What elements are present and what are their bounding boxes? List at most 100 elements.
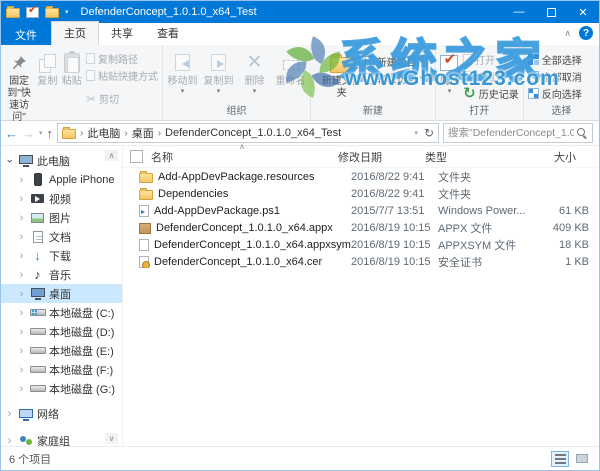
sidebar-item-documents[interactable]: › 文档 xyxy=(1,227,122,246)
location-folder-icon xyxy=(62,129,76,139)
certificate-file-icon xyxy=(139,256,149,268)
search-box xyxy=(443,123,593,143)
new-item-button[interactable]: 新建项目▾ xyxy=(363,54,426,69)
sidebar-item-drive-c[interactable]: › 本地磁盘 (C:) xyxy=(1,303,122,322)
ribbon-group-organize: 移动到▾ 复制到▾ ✕ 删除▾ 重命名 组织 xyxy=(163,45,311,120)
easy-access-icon xyxy=(365,73,374,84)
file-row[interactable]: Dependencies 2016/8/22 9:41 文件夹 xyxy=(123,186,599,202)
sidebar-item-pictures[interactable]: › 图片 xyxy=(1,208,122,227)
column-header-date[interactable]: 修改日期 xyxy=(338,149,425,165)
back-button[interactable]: ← xyxy=(5,127,18,140)
sidebar-item-videos[interactable]: › 视频 xyxy=(1,189,122,208)
refresh-icon[interactable]: ↻ xyxy=(424,126,434,140)
file-row[interactable]: Add-AppDevPackage.ps1 2015/7/7 13:51 Win… xyxy=(123,203,599,219)
select-all-checkbox[interactable] xyxy=(130,150,143,163)
history-button[interactable]: ↻历史记录 xyxy=(461,86,521,101)
maximize-button[interactable] xyxy=(535,1,567,23)
move-to-button[interactable]: 移动到▾ xyxy=(165,48,200,96)
search-icon[interactable] xyxy=(577,128,588,139)
details-view-button[interactable] xyxy=(551,451,569,467)
breadcrumb-current-folder[interactable]: DefenderConcept_1.0.1.0_x64_Test xyxy=(165,127,341,139)
sidebar-item-drive-g[interactable]: › 本地磁盘 (G:) xyxy=(1,379,122,398)
search-input[interactable] xyxy=(448,127,574,139)
file-row[interactable]: DefenderConcept_1.0.1.0_x64.appx 2016/8/… xyxy=(123,220,599,236)
open-button[interactable]: 打开 xyxy=(461,52,521,67)
sidebar-item-apple-iphone[interactable]: › Apple iPhone xyxy=(1,170,122,189)
edit-button[interactable]: 编辑 xyxy=(461,69,521,84)
navigation-pane: › 此电脑 › Apple iPhone › 视频 › 图片 › xyxy=(1,146,123,446)
column-header-size[interactable]: 大小 xyxy=(518,149,576,165)
select-none-button[interactable]: 全部取消 xyxy=(526,69,584,84)
qat-customize-icon[interactable]: ▾ xyxy=(65,8,69,16)
help-icon[interactable]: ? xyxy=(579,26,593,40)
new-item-icon xyxy=(365,56,374,67)
sidebar-item-music[interactable]: › ♪ 音乐 xyxy=(1,265,122,284)
up-button[interactable]: ↑ xyxy=(47,127,54,140)
forward-button[interactable]: → xyxy=(22,127,35,140)
recent-locations-icon[interactable]: ▾ xyxy=(39,129,43,137)
breadcrumb-desktop[interactable]: 桌面 xyxy=(132,125,154,141)
file-row[interactable]: Add-AppDevPackage.resources 2016/8/22 9:… xyxy=(123,169,599,185)
sidebar-scroll-up[interactable]: ∧ xyxy=(105,150,118,161)
sidebar-item-desktop[interactable]: › 桌面 xyxy=(1,284,122,303)
breadcrumb[interactable]: › 此电脑 › 桌面 › DefenderConcept_1.0.1.0_x64… xyxy=(57,123,439,143)
properties-icon: ✔ xyxy=(440,55,458,71)
videos-icon xyxy=(31,194,44,203)
select-all-icon xyxy=(528,54,539,65)
title-bar: ✔ ▾ DefenderConcept_1.0.1.0_x64_Test — ✕ xyxy=(1,1,599,23)
tab-file[interactable]: 文件 xyxy=(1,23,51,45)
qat-new-folder-icon[interactable] xyxy=(45,8,59,18)
copy-path-button[interactable]: 复制路径 xyxy=(84,51,160,66)
cut-button[interactable]: ✂剪切 xyxy=(84,91,160,106)
powershell-file-icon xyxy=(139,205,149,217)
breadcrumb-this-pc[interactable]: 此电脑 xyxy=(87,125,120,141)
sidebar-item-drive-f[interactable]: › 本地磁盘 (F:) xyxy=(1,360,122,379)
rename-button[interactable]: 重命名 xyxy=(273,48,308,89)
history-icon: ↻ xyxy=(463,86,476,101)
sidebar-item-this-pc[interactable]: › 此电脑 xyxy=(1,151,122,170)
address-dropdown-icon[interactable]: ▾ xyxy=(414,129,418,137)
drive-c-icon xyxy=(30,309,46,316)
file-row[interactable]: DefenderConcept_1.0.1.0_x64.appxsym 2016… xyxy=(123,237,599,253)
paste-shortcut-button[interactable]: 粘贴快捷方式 xyxy=(84,68,160,83)
file-row[interactable]: DefenderConcept_1.0.1.0_x64.cer 2016/8/1… xyxy=(123,254,599,270)
column-header-name[interactable]: 名称 ∧ xyxy=(151,149,338,165)
column-header-type[interactable]: 类型 xyxy=(425,149,518,165)
qat-properties-icon[interactable]: ✔ xyxy=(26,7,39,18)
drive-f-icon xyxy=(30,366,46,373)
tab-share[interactable]: 共享 xyxy=(99,22,145,45)
thumbnails-view-icon xyxy=(576,454,588,463)
sidebar-item-drive-d[interactable]: › 本地磁盘 (D:) xyxy=(1,322,122,341)
homegroup-icon xyxy=(19,435,33,447)
copy-to-button[interactable]: 复制到▾ xyxy=(201,48,236,96)
select-none-icon xyxy=(528,71,539,82)
paste-button[interactable]: 粘贴 xyxy=(60,48,84,89)
appx-file-icon xyxy=(139,223,151,234)
tab-view[interactable]: 查看 xyxy=(145,22,191,45)
item-count: 6 个项目 xyxy=(9,451,51,467)
select-all-button[interactable]: 全部选择 xyxy=(526,52,584,67)
close-button[interactable]: ✕ xyxy=(567,1,599,23)
open-group-label: 打开 xyxy=(436,101,523,120)
sidebar-item-drive-e[interactable]: › 本地磁盘 (E:) xyxy=(1,341,122,360)
pin-to-quick-access-button[interactable]: 固定到"快速访问" xyxy=(3,48,35,125)
delete-button[interactable]: ✕ 删除▾ xyxy=(237,48,272,96)
ribbon-group-new: 新建文件夹 新建项目▾ 轻松访问▾ 新建 xyxy=(311,45,436,120)
file-list: 名称 ∧ 修改日期 类型 大小 Add-AppDevPackage.resour… xyxy=(123,146,599,446)
ribbon-group-clipboard: 固定到"快速访问" 复制 粘贴 复制路径 粘贴快捷方式 ✂剪切 剪贴板 xyxy=(1,45,163,120)
thumbnails-view-button[interactable] xyxy=(573,451,591,467)
properties-button[interactable]: ✔ 属性▾ xyxy=(438,48,461,96)
select-group-label: 选择 xyxy=(524,101,599,120)
invert-selection-button[interactable]: 反向选择 xyxy=(526,86,584,101)
maximize-icon xyxy=(547,8,556,17)
copy-button[interactable]: 复制 xyxy=(35,48,59,89)
sidebar-item-homegroup[interactable]: › 家庭组 xyxy=(1,431,122,446)
tab-home[interactable]: 主页 xyxy=(51,21,99,45)
minimize-button[interactable]: — xyxy=(503,1,535,23)
collapse-ribbon-icon[interactable]: ∧ xyxy=(564,28,571,39)
sidebar-item-network[interactable]: › 网络 xyxy=(1,404,122,423)
sidebar-scroll-down[interactable]: ∨ xyxy=(105,433,118,444)
new-folder-button[interactable]: 新建文件夹 xyxy=(321,48,363,101)
sidebar-item-downloads[interactable]: › ↓ 下载 xyxy=(1,246,122,265)
easy-access-button[interactable]: 轻松访问▾ xyxy=(363,71,426,86)
